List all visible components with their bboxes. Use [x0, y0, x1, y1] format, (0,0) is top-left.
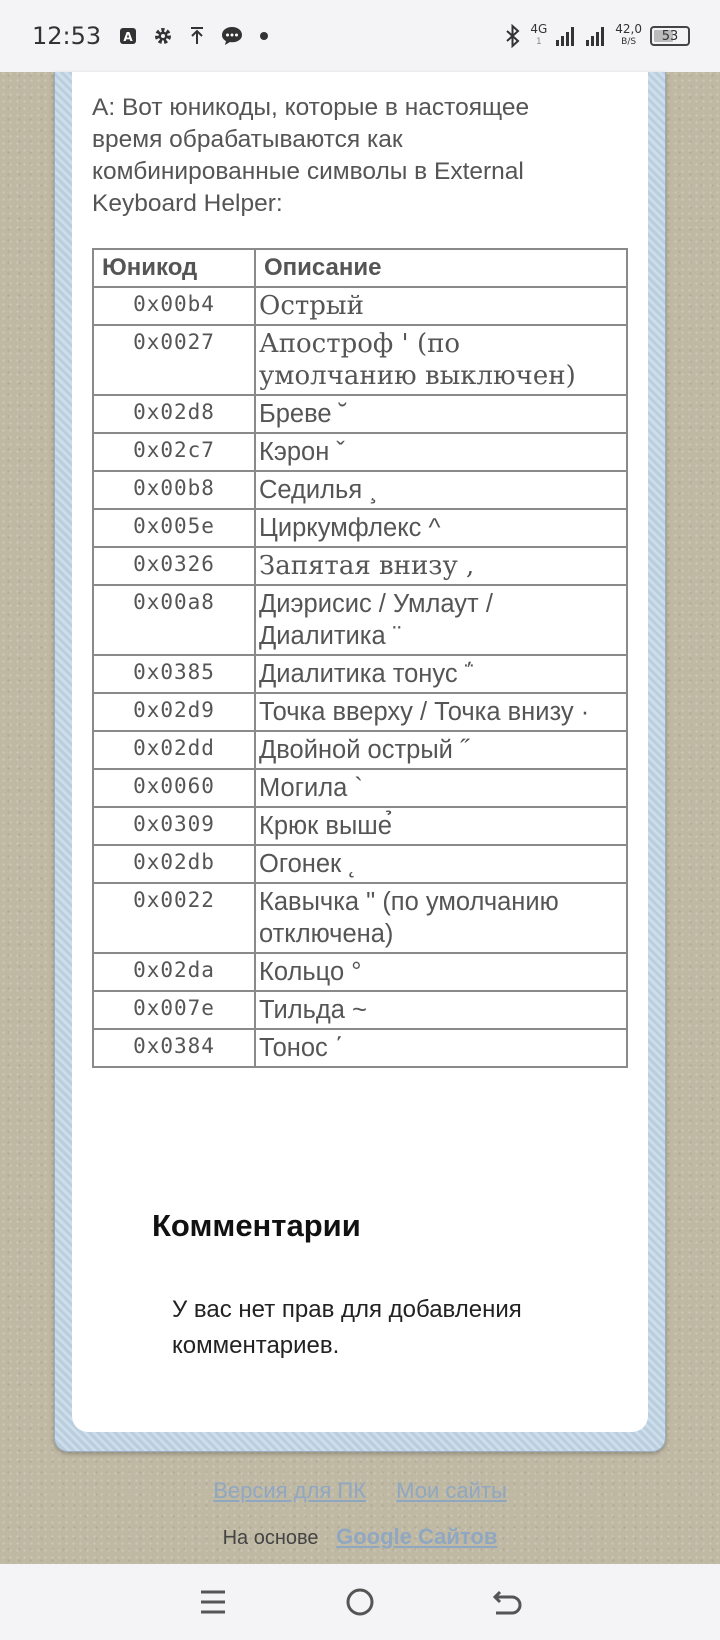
menu-button[interactable] — [189, 1578, 237, 1626]
status-time: 12:53 — [32, 22, 102, 50]
gear-icon — [153, 26, 173, 46]
back-button[interactable] — [483, 1578, 531, 1626]
table-header-row: Юникод Описание — [92, 248, 628, 288]
unicode-cell: 0x0385 — [92, 654, 256, 694]
unicode-cell: 0x0309 — [92, 806, 256, 846]
unicode-cell: 0x005e — [92, 508, 256, 548]
description-cell: Крюк выше̉ — [254, 806, 628, 846]
table-row: 0x02da Кольцо ° — [92, 952, 628, 992]
table-row: 0x02d9 Точка вверху / Точка внизу · — [92, 692, 628, 732]
network-sub-label: 1 — [535, 37, 542, 47]
description-cell: Диэрисис / Умлаут / Диалитика ¨ — [254, 584, 628, 656]
description-cell: Тильда ~ — [254, 990, 628, 1030]
unicode-cell: 0x0326 — [92, 546, 256, 586]
table-row: 0x00b4 Острый — [92, 286, 628, 326]
description-cell: Огонек ˛ — [254, 844, 628, 884]
table-row: 0x0022 Кавычка " (по умолчанию отключена) — [92, 882, 628, 954]
home-button[interactable] — [336, 1578, 384, 1626]
unicode-cell: 0x02dd — [92, 730, 256, 770]
upload-icon — [189, 26, 205, 46]
based-on-label: На основе — [222, 1527, 319, 1549]
table-row: 0x005e Циркумфлекс ^ — [92, 508, 628, 548]
table-row: 0x00b8 Седилья ¸ — [92, 470, 628, 510]
unicode-cell: 0x0384 — [92, 1028, 256, 1068]
unicode-cell: 0x02da — [92, 952, 256, 992]
footer-based-on: На основе Google Сайтов — [0, 1524, 720, 1550]
description-cell: Тонос ΄ — [254, 1028, 628, 1068]
menu-icon — [201, 1590, 226, 1614]
network-type: 4G 1 — [530, 22, 548, 48]
bluetooth-icon — [504, 24, 522, 48]
unicode-cell: 0x00b8 — [92, 470, 256, 510]
network-type-label: 4G — [530, 22, 548, 36]
network-speed-value: 42,0 — [615, 22, 642, 36]
column-header-description: Описание — [254, 248, 628, 288]
table-row: 0x0326 Запятая внизу , — [92, 546, 628, 586]
back-icon — [492, 1590, 522, 1615]
signal-icon — [555, 25, 577, 47]
description-cell: Могила ` — [254, 768, 628, 808]
unicode-cell: 0x02d8 — [92, 394, 256, 434]
table-row: 0x0385 Диалитика тонус ΅ — [92, 654, 628, 694]
footer-links: Версия для ПК Мои сайты — [0, 1478, 720, 1504]
navigation-bar — [0, 1564, 720, 1640]
battery-level: 53 — [661, 28, 679, 44]
table-row: 0x02db Огонек ˛ — [92, 844, 628, 884]
description-cell: Двойной острый ˝ — [254, 730, 628, 770]
network-speed-unit: B/S — [621, 37, 637, 47]
table-row: 0x007e Тильда ~ — [92, 990, 628, 1030]
signal-icon — [585, 25, 607, 47]
intro-text: А: Вот юникоды, которые в настоящее врем… — [92, 94, 530, 217]
unicode-cell: 0x0027 — [92, 324, 256, 396]
unicode-cell: 0x02d9 — [92, 692, 256, 732]
table-row: 0x02c7 Кэрон ˇ — [92, 432, 628, 472]
no-rights-message: У вас нет прав для добавления комментари… — [172, 1296, 522, 1359]
status-system-icons: 4G 1 42,0 B/S 53 — [504, 22, 690, 48]
unicode-cell: 0x00b4 — [92, 286, 256, 326]
unicode-table: Юникод Описание 0x00b4 Острый 0x0027 Апостр… — [92, 248, 628, 1068]
pc-version-link[interactable]: Версия для ПК — [213, 1478, 366, 1503]
svg-text:A: A — [124, 30, 134, 44]
unicode-cell: 0x02db — [92, 844, 256, 884]
description-cell: Диалитика тонус ΅ — [254, 654, 628, 694]
home-icon — [346, 1588, 374, 1616]
unicode-cell: 0x007e — [92, 990, 256, 1030]
description-cell: Бреве ˘ — [254, 394, 628, 434]
description-cell: Точка вверху / Точка внизу · — [254, 692, 628, 732]
table-row: 0x0060 Могила ` — [92, 768, 628, 808]
table-row: 0x0384 Тонос ΄ — [92, 1028, 628, 1068]
unicode-cell: 0x00a8 — [92, 584, 256, 656]
description-cell: Кавычка " (по умолчанию отключена) — [254, 882, 628, 954]
table-row: 0x02dd Двойной острый ˝ — [92, 730, 628, 770]
description-cell: Циркумфлекс ^ — [254, 508, 628, 548]
description-cell: Апостроф ' (по умолчанию выключен) — [254, 324, 628, 396]
table-body: 0x00b4 Острый 0x0027 Апостроф ' (по умолчан… — [92, 286, 628, 1068]
unicode-cell: 0x0022 — [92, 882, 256, 954]
unicode-cell: 0x0060 — [92, 768, 256, 808]
table-row: 0x00a8 Диэрисис / Умлаут / Диалитика ¨ — [92, 584, 628, 656]
auto-brightness-icon: A — [119, 27, 137, 45]
dot-icon — [259, 31, 269, 41]
google-sites-link[interactable]: Google Сайтов — [336, 1524, 497, 1549]
table-row: 0x02d8 Бреве ˘ — [92, 394, 628, 434]
message-icon — [221, 26, 243, 46]
table-row: 0x0027 Апостроф ' (по умолчанию выключен) — [92, 324, 628, 396]
description-cell: Кэрон ˇ — [254, 432, 628, 472]
comments-heading: Комментарии — [152, 1208, 361, 1243]
network-speed: 42,0 B/S — [615, 22, 642, 48]
description-cell: Острый — [254, 286, 628, 326]
my-sites-link[interactable]: Мои сайты — [396, 1478, 507, 1503]
status-bar: 12:53 A 4G 1 42,0 B/S 53 — [0, 0, 720, 72]
description-cell: Кольцо ° — [254, 952, 628, 992]
unicode-cell: 0x02c7 — [92, 432, 256, 472]
description-cell: Седилья ¸ — [254, 470, 628, 510]
description-cell: Запятая внизу , — [254, 546, 628, 586]
status-notification-icons: A — [119, 26, 269, 46]
column-header-unicode: Юникод — [92, 248, 256, 288]
table-row: 0x0309 Крюк выше̉ — [92, 806, 628, 846]
battery-icon: 53 — [650, 26, 690, 46]
